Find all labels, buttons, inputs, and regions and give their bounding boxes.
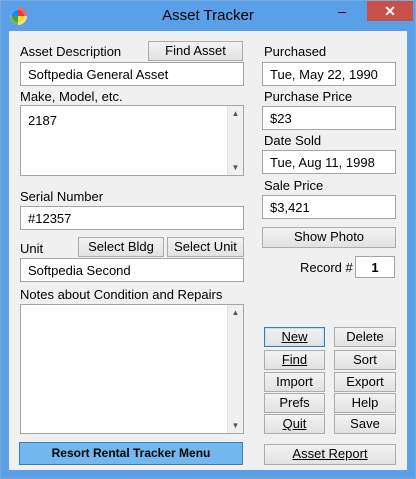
quit-button[interactable]: Quit xyxy=(264,414,325,434)
date-sold-label: Date Sold xyxy=(264,133,322,148)
delete-button[interactable]: Delete xyxy=(334,327,396,347)
prefs-button[interactable]: Prefs xyxy=(264,393,325,413)
purchased-field[interactable]: Tue, May 22, 1990 xyxy=(262,62,396,86)
record-number-label: Record # xyxy=(300,260,353,275)
unit-label: Unit xyxy=(20,241,44,256)
resort-rental-tracker-menu-button[interactable]: Resort Rental Tracker Menu xyxy=(19,442,243,465)
make-model-scrollbar[interactable]: ▲ ▼ xyxy=(227,106,243,175)
make-model-textarea[interactable]: 2187 ▲ ▼ xyxy=(20,105,244,176)
unit-field[interactable]: Softpedia Second xyxy=(20,258,244,282)
find-button[interactable]: Find xyxy=(264,350,325,370)
import-button[interactable]: Import xyxy=(264,372,325,392)
find-asset-button[interactable]: Find Asset xyxy=(148,41,243,61)
form-area: Asset Description Find Asset Softpedia G… xyxy=(9,31,407,470)
asset-description-label: Asset Description xyxy=(20,44,122,59)
asset-report-label: Asset Report xyxy=(292,446,368,461)
select-bldg-label: Select Bldg xyxy=(88,239,154,254)
quit-label: Quit xyxy=(282,416,307,431)
minimize-icon[interactable]: ‒ xyxy=(331,1,353,21)
close-icon[interactable]: ✕ xyxy=(367,1,413,21)
record-number-field[interactable]: 1 xyxy=(355,256,395,278)
sort-button[interactable]: Sort xyxy=(334,350,396,370)
show-photo-button[interactable]: Show Photo xyxy=(262,227,396,248)
purchase-price-field[interactable]: $23 xyxy=(262,106,396,130)
asset-tracker-window: Asset Tracker ‒ ✕ Asset Description Find… xyxy=(0,0,416,479)
serial-number-label: Serial Number xyxy=(20,189,104,204)
export-button[interactable]: Export xyxy=(334,372,396,392)
scroll-down-icon[interactable]: ▼ xyxy=(228,421,243,430)
help-button[interactable]: Help xyxy=(334,393,396,413)
select-unit-label: Select Unit xyxy=(174,239,237,254)
make-model-label: Make, Model, etc. xyxy=(20,89,123,104)
save-button[interactable]: Save xyxy=(334,414,396,434)
sale-price-field[interactable]: $3,421 xyxy=(262,195,396,219)
date-sold-field[interactable]: Tue, Aug 11, 1998 xyxy=(262,150,396,174)
select-bldg-button[interactable]: Select Bldg xyxy=(78,237,164,257)
find-label: Find xyxy=(281,352,308,367)
asset-description-field[interactable]: Softpedia General Asset xyxy=(20,62,244,86)
purchase-price-label: Purchase Price xyxy=(264,89,353,104)
notes-scrollbar[interactable]: ▲ ▼ xyxy=(227,305,243,433)
sale-price-label: Sale Price xyxy=(264,178,324,193)
purchased-label: Purchased xyxy=(264,44,327,59)
scroll-down-icon[interactable]: ▼ xyxy=(228,163,243,172)
scroll-up-icon[interactable]: ▲ xyxy=(228,109,243,118)
make-model-value: 2187 xyxy=(28,113,57,128)
serial-number-field[interactable]: #12357 xyxy=(20,206,244,230)
scroll-up-icon[interactable]: ▲ xyxy=(228,308,243,317)
new-button[interactable]: New xyxy=(264,327,325,347)
notes-textarea[interactable]: ▲ ▼ xyxy=(20,304,244,434)
title-bar[interactable]: Asset Tracker ‒ ✕ xyxy=(1,1,415,31)
new-label: New xyxy=(281,329,308,344)
notes-label: Notes about Condition and Repairs xyxy=(20,287,223,302)
select-unit-button[interactable]: Select Unit xyxy=(167,237,244,257)
asset-report-button[interactable]: Asset Report xyxy=(264,444,396,465)
